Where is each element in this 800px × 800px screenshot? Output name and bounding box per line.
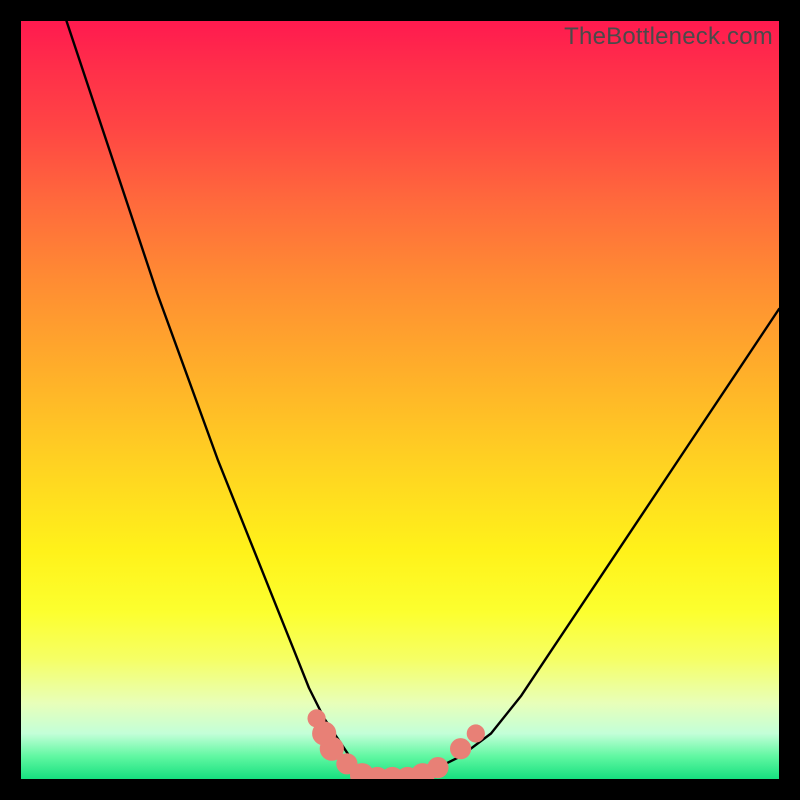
highlight-dots: [308, 709, 485, 779]
highlight-dot: [450, 738, 471, 759]
curve-layer: [21, 21, 779, 779]
highlight-dot: [467, 724, 485, 742]
chart-frame: TheBottleneck.com: [0, 0, 800, 800]
bottleneck-curve: [67, 21, 780, 779]
highlight-dot: [427, 757, 448, 778]
plot-area: TheBottleneck.com: [21, 21, 779, 779]
